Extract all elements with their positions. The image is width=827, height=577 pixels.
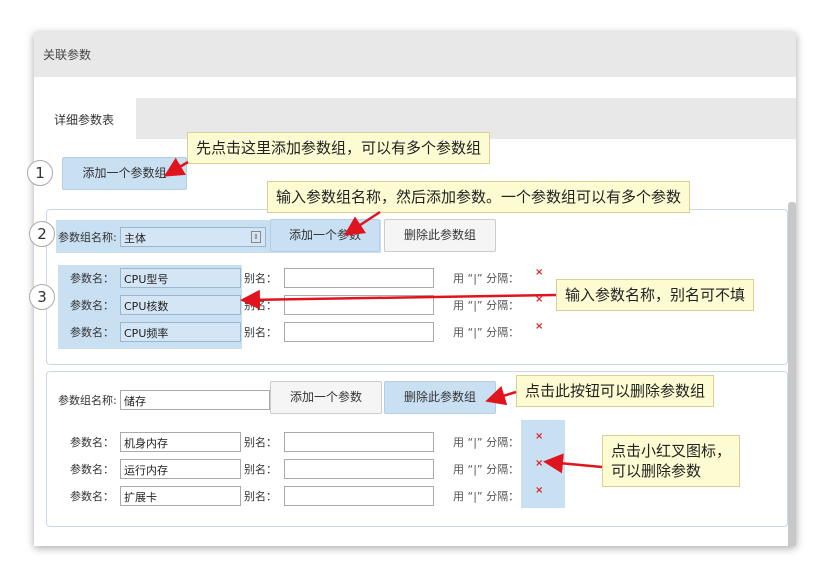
delete-param-icon[interactable]: × [535, 294, 543, 305]
separator-hint: 用 “|” 分隔： [453, 463, 520, 476]
alias-input[interactable] [284, 295, 434, 315]
delete-param-icon[interactable]: × [535, 485, 543, 496]
callout-group-name: 输入参数组名称，然后添加参数。一个参数组可以有多个参数 [267, 181, 691, 213]
delete-param-icon[interactable]: × [535, 431, 543, 442]
delete-param-icon[interactable]: × [535, 321, 543, 332]
param-name-label: 参数名： [70, 463, 114, 476]
step-1-marker: 1 [27, 160, 53, 186]
group-name-value: 主体 [124, 232, 146, 245]
group-name-label: 参数组名称: [58, 394, 117, 407]
callout-delete-param-line2: 可以删除参数 [611, 462, 702, 480]
alias-input[interactable] [284, 459, 434, 479]
add-param-button[interactable]: 添加一个参数 [270, 381, 382, 414]
group-name-label: 参数组名称: [58, 231, 117, 244]
callout-delete-group: 点击此按钮可以删除参数组 [516, 375, 715, 407]
separator-hint: 用 “|” 分隔： [453, 326, 520, 339]
alias-label: 别名： [244, 490, 277, 503]
param-name-label: 参数名： [70, 436, 114, 449]
alias-label: 别名： [244, 463, 277, 476]
callout-delete-param-line1: 点击小红叉图标， [611, 442, 732, 460]
add-group-button[interactable]: 添加一个参数组 [62, 157, 187, 190]
separator-hint: 用 “|” 分隔： [453, 490, 520, 503]
alias-input[interactable] [284, 486, 434, 506]
delete-group-button[interactable]: 删除此参数组 [384, 381, 496, 414]
separator-hint: 用 “|” 分隔： [453, 272, 520, 285]
delete-param-icon[interactable]: × [535, 458, 543, 469]
alias-label: 别名： [244, 272, 277, 285]
param-name-label: 参数名： [70, 490, 114, 503]
delete-param-icon[interactable]: × [535, 267, 543, 278]
callout-add-group: 先点击这里添加参数组，可以有多个参数组 [187, 132, 491, 164]
step-3-marker: 3 [29, 284, 55, 310]
alias-input[interactable] [284, 432, 434, 452]
param-name-input[interactable]: CPU型号 [120, 268, 241, 288]
callout-param-name: 输入参数名称，别名可不填 [556, 279, 755, 311]
group-name-input[interactable]: 主体 ⇕ [120, 227, 266, 247]
param-name-input[interactable]: CPU频率 [120, 322, 241, 342]
param-name-input[interactable]: 机身内存 [120, 432, 241, 452]
input-picker-icon[interactable]: ⇕ [251, 231, 261, 243]
callout-delete-param: 点击小红叉图标， 可以删除参数 [602, 435, 741, 487]
add-param-button[interactable]: 添加一个参数 [270, 219, 380, 252]
param-name-input[interactable]: CPU核数 [120, 295, 241, 315]
param-name-label: 参数名： [70, 299, 114, 312]
separator-hint: 用 “|” 分隔： [453, 436, 520, 449]
alias-input[interactable] [284, 322, 434, 342]
alias-label: 别名： [244, 299, 277, 312]
group-name-input[interactable]: 储存 [120, 390, 270, 410]
param-name-input[interactable]: 运行内存 [120, 459, 241, 479]
alias-input[interactable] [284, 268, 434, 288]
param-name-label: 参数名： [70, 272, 114, 285]
scrollbar[interactable] [788, 202, 796, 546]
delete-group-button[interactable]: 删除此参数组 [384, 219, 496, 252]
param-name-label: 参数名： [70, 326, 114, 339]
param-name-input[interactable]: 扩展卡 [120, 486, 241, 506]
alias-label: 别名： [244, 436, 277, 449]
tab-detail-params[interactable]: 详细参数表 [34, 98, 136, 139]
alias-label: 别名： [244, 326, 277, 339]
step-2-marker: 2 [29, 221, 55, 247]
separator-hint: 用 “|” 分隔： [453, 299, 520, 312]
panel-title: 关联参数 [34, 32, 796, 77]
